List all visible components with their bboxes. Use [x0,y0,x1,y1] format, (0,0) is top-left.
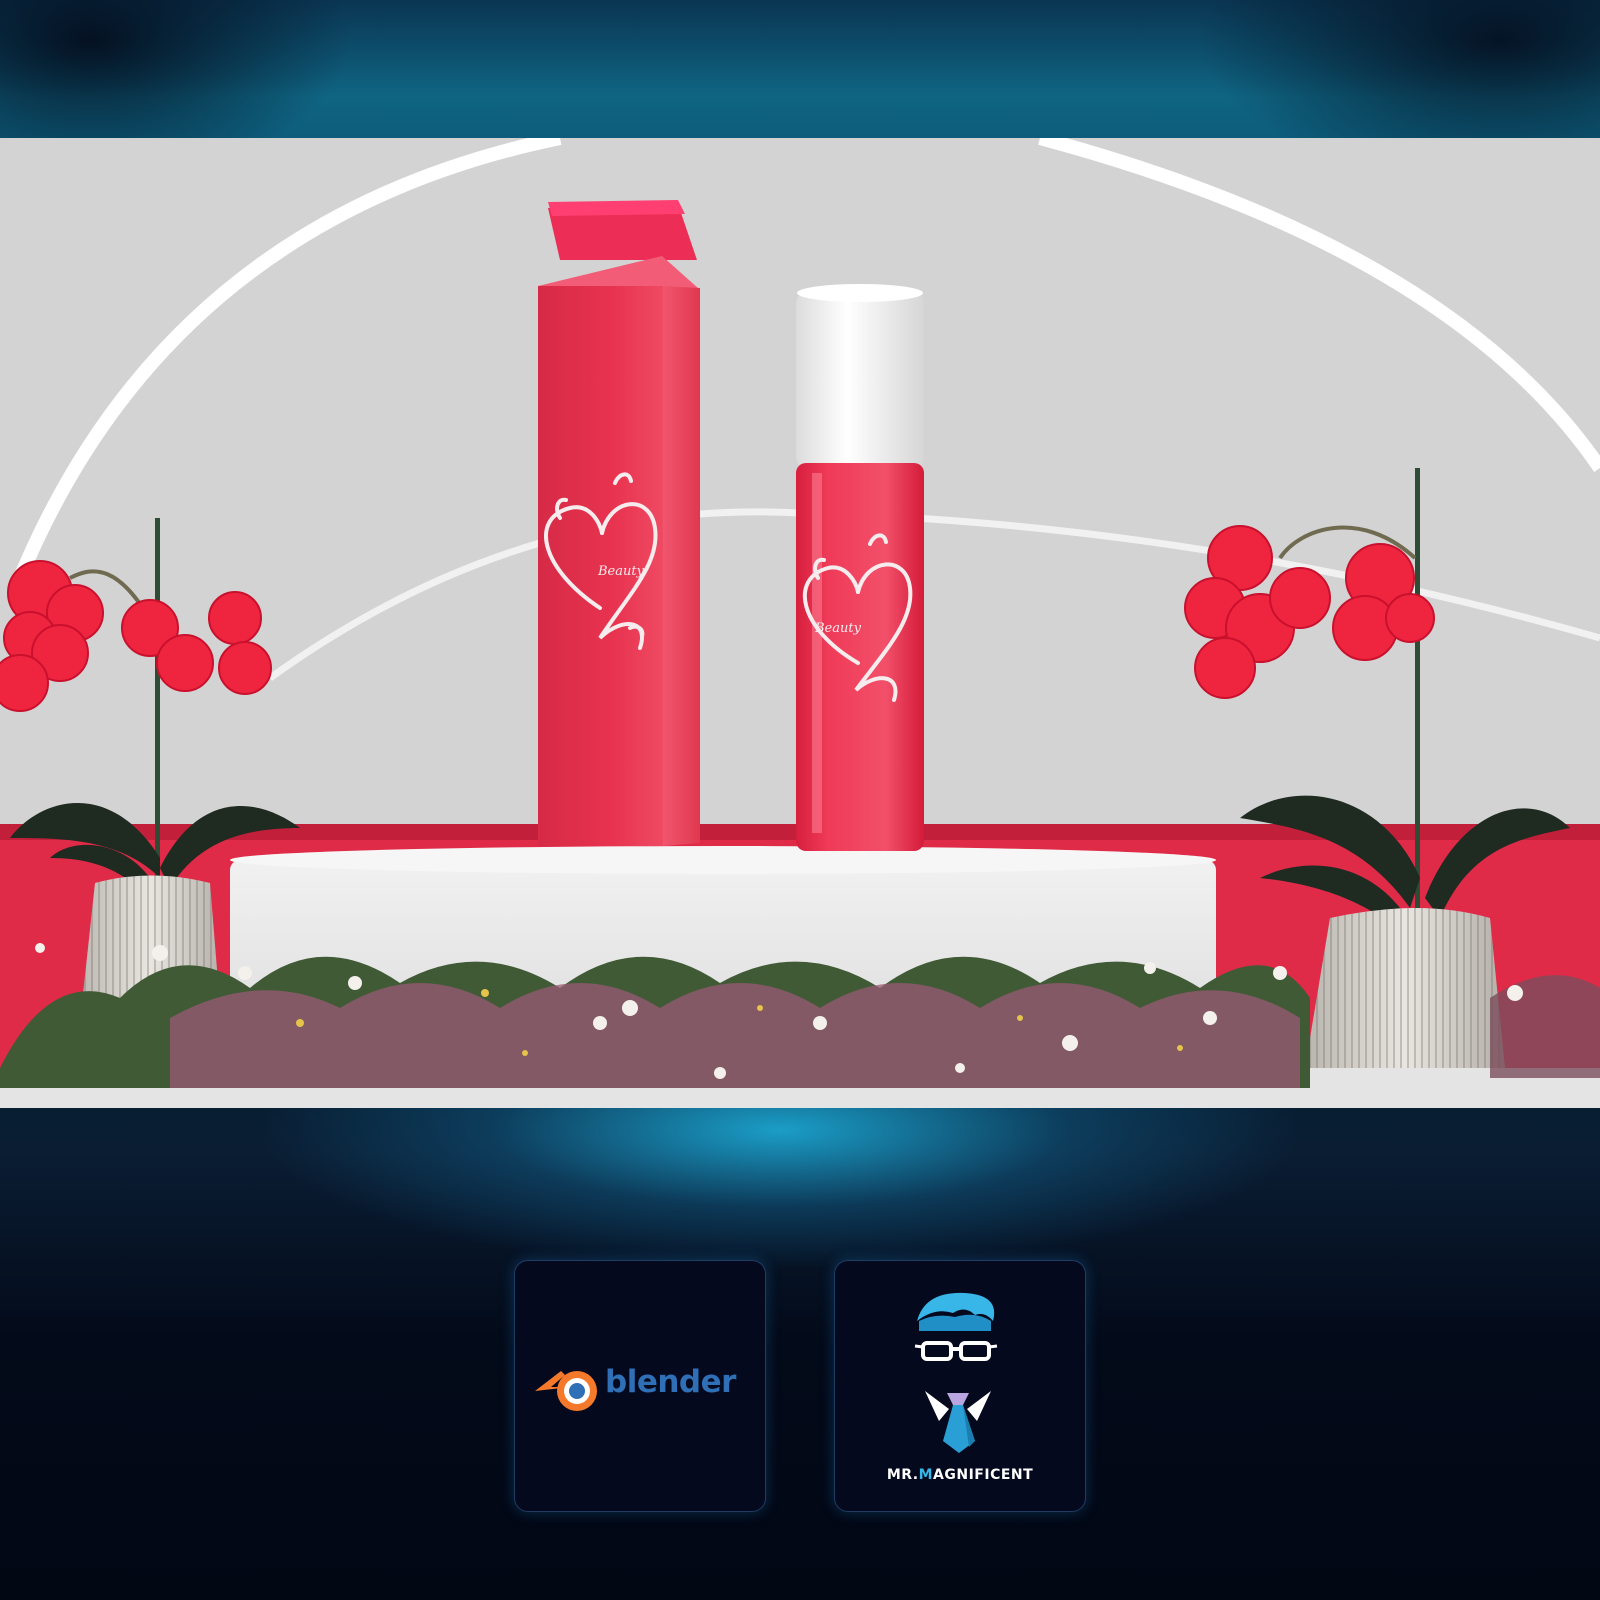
page: Beauty Beauty blender MR.MAGNIFICENT [0,0,1600,1600]
blender-wordmark: blender [605,1364,736,1400]
mr-magnificent-logo-card: MR.MAGNIFICENT [834,1260,1086,1512]
bottle-logo-text: Beauty [814,621,862,636]
top-band [0,0,1600,138]
scene-illustration: Beauty Beauty [0,138,1600,1108]
product-box: Beauty [538,200,700,846]
mr-magnificent-wordmark: MR.MAGNIFICENT [835,1467,1085,1483]
wordmark-part2: AGNIFICENT [933,1467,1034,1483]
product-render-scene: Beauty Beauty [0,138,1600,1108]
blender-logo-icon [535,1371,597,1411]
wordmark-part1: MR. [886,1467,919,1483]
bottle-cap [796,290,924,470]
box-logo-text: Beauty [597,564,645,579]
blender-logo-card: blender [514,1260,766,1512]
wordmark-accent: M [918,1467,934,1483]
mr-magnificent-mascot-icon [914,1292,998,1453]
product-bottle: Beauty [796,284,924,851]
